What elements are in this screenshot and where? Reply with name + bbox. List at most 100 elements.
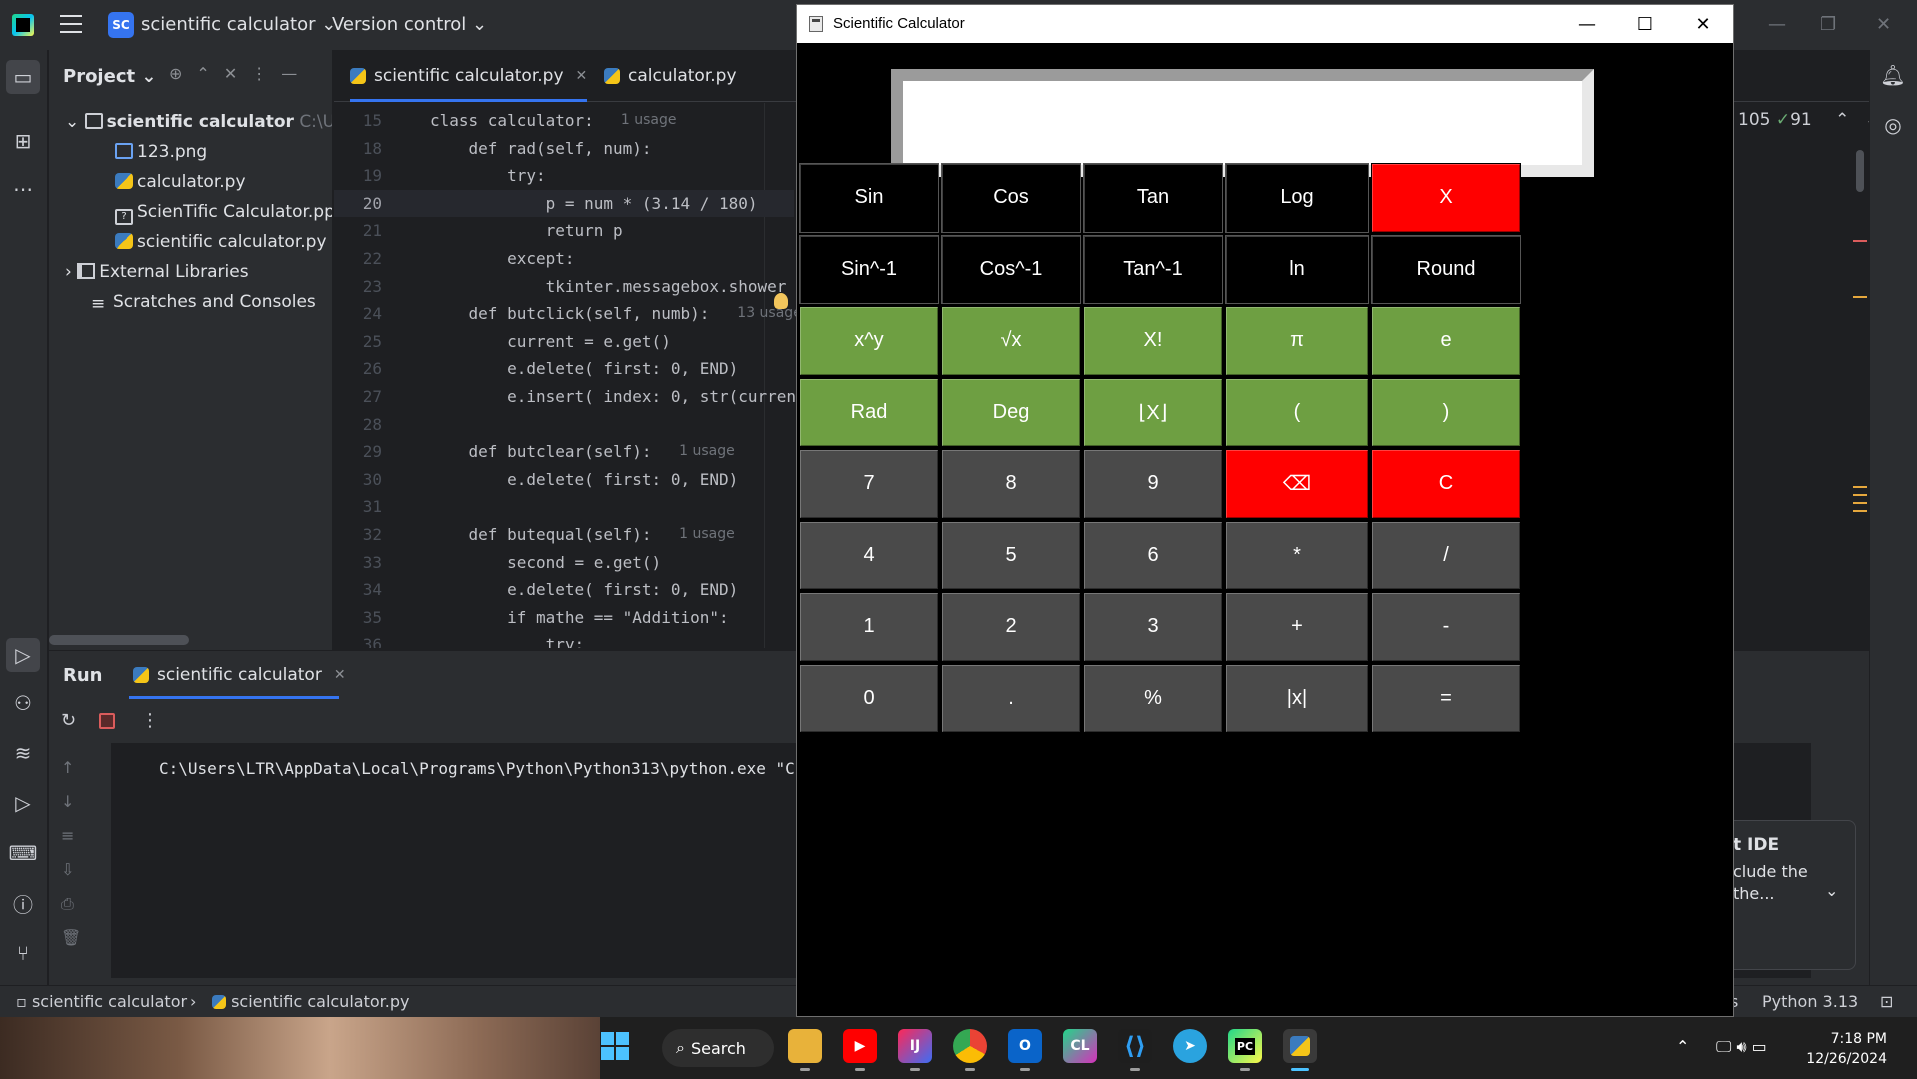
run-tool-icon[interactable]: ▷ <box>6 638 40 672</box>
breadcrumb-file[interactable]: scientific calculator.py <box>212 992 409 1011</box>
calc-key[interactable]: X! <box>1083 306 1223 376</box>
notification-popup[interactable]: t IDE clude the the... ⌄ <box>1716 820 1856 970</box>
calc-key[interactable]: Cos^-1 <box>941 234 1081 304</box>
calc-key[interactable]: Sin^-1 <box>799 234 939 304</box>
project-horizontal-scrollbar[interactable] <box>49 635 189 645</box>
notifications-bell-icon[interactable]: 🔔︎ <box>1880 62 1906 88</box>
calc-key[interactable]: Cos <box>941 163 1081 233</box>
calc-key[interactable]: ) <box>1371 377 1521 447</box>
print-icon[interactable]: ⎙ <box>61 887 81 921</box>
project-badge[interactable]: SC <box>108 12 134 38</box>
arrow-up-icon[interactable]: ↑ <box>61 751 81 785</box>
more-tools-icon[interactable]: ⋯ <box>10 176 36 202</box>
calc-key[interactable]: 0 <box>799 663 939 733</box>
taskbar-search[interactable]: ⌕ Search <box>662 1029 774 1067</box>
git-icon[interactable]: ⑂ <box>10 940 36 966</box>
calc-key[interactable]: Round <box>1371 234 1521 304</box>
code-line[interactable]: 32 def butequal(self): 1 usage <box>334 521 794 548</box>
code-line[interactable]: 34 e.delete( first: 0, END) <box>334 576 794 603</box>
code-line[interactable]: 25 current = e.get() <box>334 328 794 355</box>
show-hidden-icons[interactable]: ⌃ <box>1676 1037 1689 1056</box>
close-tab-icon[interactable]: ✕ <box>334 667 346 683</box>
tree-file-png[interactable]: 123.png <box>115 140 207 164</box>
python-console-icon[interactable]: ⚇ <box>10 690 36 716</box>
scroll-to-end-icon[interactable]: ⇩ <box>61 853 81 887</box>
outlook-icon[interactable]: O <box>1008 1029 1042 1071</box>
ai-assistant-icon[interactable]: ◎ <box>1880 112 1906 138</box>
calc-key[interactable]: Tan^-1 <box>1083 234 1223 304</box>
intellij-icon[interactable]: IJ <box>898 1029 932 1071</box>
calc-key[interactable]: X <box>1371 163 1521 233</box>
calc-key[interactable]: π <box>1225 306 1369 376</box>
services-icon[interactable]: ▷ <box>10 790 36 816</box>
taskbar-clock[interactable]: 7:18 PM 12/26/2024 <box>1806 1029 1887 1069</box>
vscode-icon[interactable]: ⟨⟩ <box>1118 1029 1152 1071</box>
python-interpreter[interactable]: Python 3.13 <box>1762 992 1858 1011</box>
pycharm-taskbar-icon[interactable]: PC <box>1228 1029 1262 1071</box>
soft-wrap-icon[interactable]: ≡ <box>61 819 81 853</box>
tree-root-folder[interactable]: ⌄ scientific calculator C:\Us <box>65 110 332 134</box>
calc-key[interactable]: = <box>1371 663 1521 733</box>
calc-key[interactable]: Log <box>1225 163 1369 233</box>
youtube-icon[interactable]: ▶ <box>843 1029 877 1071</box>
tree-external-libraries[interactable]: › External Libraries <box>65 260 249 284</box>
close-tab-icon[interactable]: ✕ <box>576 68 588 84</box>
project-folder-icon[interactable]: ▭ <box>6 60 40 94</box>
windows-start-icon[interactable] <box>598 1029 632 1063</box>
code-line[interactable]: 35 if mathe == "Addition": <box>334 604 794 631</box>
calc-key[interactable]: * <box>1225 520 1369 590</box>
structure-icon[interactable]: ⊞ <box>10 128 36 154</box>
calc-key[interactable]: ⌫ <box>1225 449 1369 519</box>
warning-stripe-mark[interactable] <box>1853 494 1867 496</box>
calc-key[interactable]: Tan <box>1083 163 1223 233</box>
chevron-down-icon[interactable]: ⌄ <box>1825 881 1838 900</box>
calc-key[interactable]: e <box>1371 306 1521 376</box>
code-line[interactable]: 27 e.insert( index: 0, str(current <box>334 383 806 410</box>
problems-icon[interactable]: ⓘ <box>10 890 36 917</box>
chevron-down-icon[interactable]: ⌄ <box>65 112 79 132</box>
layers-icon[interactable]: ≋ <box>10 740 36 766</box>
tab-scientific-calculator[interactable]: scientific calculator.py ✕ <box>350 50 588 102</box>
chrome-icon[interactable] <box>953 1029 987 1071</box>
calculator-entry[interactable] <box>903 81 1582 165</box>
calc-key[interactable]: 5 <box>941 520 1081 590</box>
calc-key[interactable]: + <box>1225 592 1369 662</box>
rerun-icon[interactable]: ↻ <box>61 710 76 731</box>
minimize-icon[interactable]: — <box>1567 11 1607 37</box>
ide-close-icon[interactable]: ✕ <box>1876 14 1891 35</box>
code-line[interactable]: 28 <box>334 411 794 438</box>
code-line[interactable]: 21 return p <box>334 217 794 244</box>
error-stripe-mark[interactable] <box>1853 240 1867 242</box>
version-control-menu[interactable]: Version control ⌄ <box>332 14 487 35</box>
ide-restore-icon[interactable]: ❐ <box>1820 14 1836 35</box>
inspection-widget[interactable]: 105 ✓91 ⌃ ⌄ <box>1738 110 1879 130</box>
calc-key[interactable]: ( <box>1225 377 1369 447</box>
project-panel-title[interactable]: Project ⌄ <box>63 66 156 87</box>
calc-key[interactable]: 9 <box>1083 449 1223 519</box>
python-taskbar-icon[interactable] <box>1283 1029 1317 1071</box>
tree-file-calculator[interactable]: calculator.py <box>115 170 246 194</box>
trash-icon[interactable]: 🗑︎ <box>61 921 81 955</box>
run-config-tab[interactable]: scientific calculator ✕ <box>133 665 346 685</box>
code-line[interactable]: 18 def rad(self, num): <box>334 135 794 162</box>
system-tray-icons[interactable]: 🖵︎ 🔊︎ ▭ <box>1716 1037 1767 1057</box>
calc-key[interactable]: Rad <box>799 377 939 447</box>
tab-calculator[interactable]: calculator.py <box>604 50 737 102</box>
chevron-up-icon[interactable]: ⌃ <box>1835 110 1849 130</box>
code-line[interactable]: 29 def butclear(self): 1 usage <box>334 438 794 465</box>
code-line[interactable]: 15 class calculator: 1 usage <box>334 107 794 134</box>
main-menu-icon[interactable] <box>60 15 82 33</box>
clion-icon[interactable]: CL <box>1063 1029 1097 1063</box>
lock-icon[interactable]: ⊡ <box>1880 992 1893 1011</box>
ide-minimize-icon[interactable]: — <box>1768 14 1786 35</box>
usage-hint[interactable]: 1 usage <box>679 438 735 465</box>
calc-key[interactable]: 6 <box>1083 520 1223 590</box>
editor-vertical-scrollbar[interactable] <box>1856 150 1864 192</box>
calc-key[interactable]: 7 <box>799 449 939 519</box>
warning-stripe-mark[interactable] <box>1853 486 1867 488</box>
calc-key[interactable]: Deg <box>941 377 1081 447</box>
usage-hint[interactable]: 1 usage <box>679 521 735 548</box>
tree-file-scientific[interactable]: scientific calculator.py <box>115 230 327 254</box>
calc-key[interactable]: % <box>1083 663 1223 733</box>
warning-stripe-mark[interactable] <box>1853 502 1867 504</box>
